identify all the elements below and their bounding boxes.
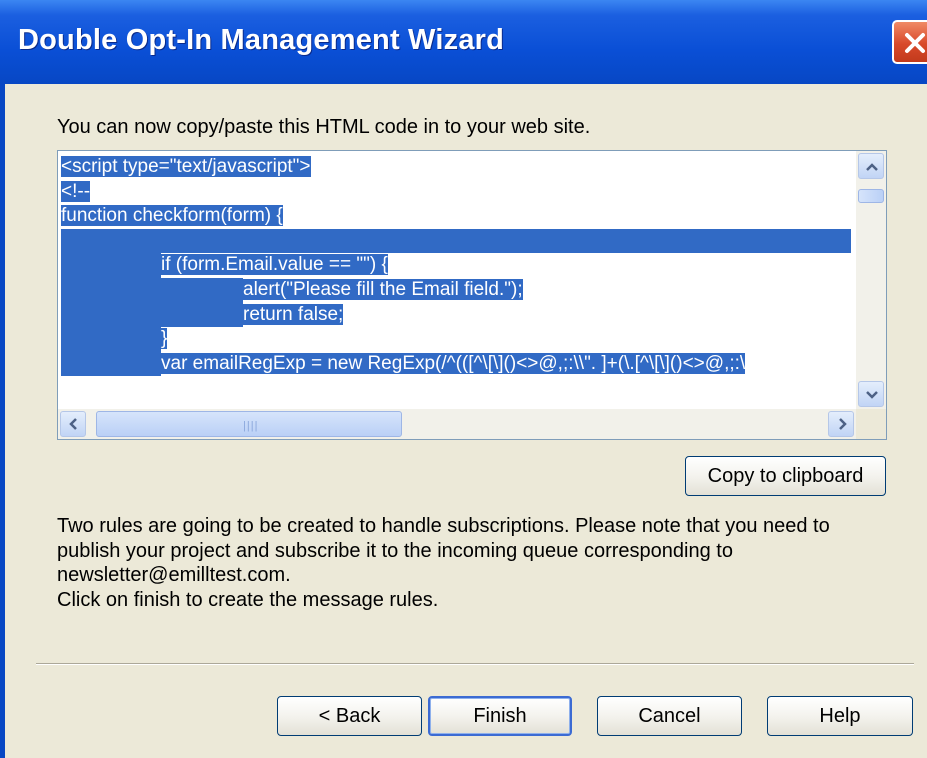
title-bar[interactable]: Double Opt-In Management Wizard: [0, 0, 927, 84]
window-title: Double Opt-In Management Wizard: [18, 24, 505, 56]
code-line: <script type="text/javascript">: [61, 156, 311, 177]
code-indent: ​: [61, 253, 161, 278]
code-line-blank: ​: [61, 228, 851, 254]
code-indent: ​: [61, 327, 161, 352]
code-indent: ​: [61, 277, 243, 303]
scroll-down-button[interactable]: [858, 381, 884, 407]
rules-line: Click on finish to create the message ru…: [57, 588, 439, 611]
window-frame-left: [0, 84, 5, 758]
horizontal-scroll-thumb[interactable]: ||||: [96, 411, 402, 437]
code-line: if (form.Email.value == "") {: [161, 254, 388, 276]
code-indent: ​: [61, 351, 161, 377]
horizontal-scrollbar[interactable]: ||||: [58, 409, 858, 439]
code-line: alert("Please fill the Email field.");: [243, 278, 523, 300]
code-indent: ​: [61, 302, 243, 328]
code-text-area[interactable]: <script type="text/javascript"> <!-- fun…: [61, 155, 851, 395]
help-button[interactable]: Help: [767, 696, 913, 736]
rules-line: newsletter@emilltest.com.: [57, 564, 291, 586]
scroll-left-button[interactable]: [60, 411, 86, 437]
scroll-right-button[interactable]: [828, 411, 854, 437]
rules-line: publish your project and subscribe it to…: [57, 539, 733, 562]
vertical-scrollbar[interactable]: [856, 151, 886, 409]
vertical-scroll-thumb[interactable]: [858, 189, 884, 203]
code-line: <!--: [61, 180, 91, 202]
chevron-up-icon: [866, 163, 878, 171]
code-line: function checkform(form) {: [61, 205, 283, 227]
finish-button[interactable]: Finish: [428, 696, 572, 736]
cancel-button[interactable]: Cancel: [597, 696, 742, 736]
scrollbar-corner: [856, 409, 886, 439]
close-icon: [905, 33, 925, 53]
footer-divider: [36, 663, 914, 665]
rules-description: Two rules are going to be created to han…: [57, 514, 907, 612]
scroll-grip-icon: ||||: [243, 420, 259, 432]
close-button[interactable]: [892, 20, 927, 64]
back-button[interactable]: < Back: [277, 696, 422, 736]
code-line: return false;: [243, 303, 344, 325]
scroll-up-button[interactable]: [858, 153, 884, 179]
html-code-textbox[interactable]: <script type="text/javascript"> <!-- fun…: [57, 150, 887, 440]
chevron-right-icon: [839, 418, 847, 430]
code-line: }: [161, 328, 168, 350]
wizard-window: Double Opt-In Management Wizard You can …: [0, 0, 927, 758]
intro-text: You can now copy/paste this HTML code in…: [57, 116, 591, 138]
rules-line: Two rules are going to be created to han…: [57, 515, 830, 537]
chevron-left-icon: [69, 418, 77, 430]
chevron-down-icon: [866, 391, 878, 399]
code-line: var emailRegExp = new RegExp(/^(([^\[\](…: [161, 352, 746, 374]
copy-to-clipboard-button[interactable]: Copy to clipboard: [685, 456, 886, 496]
